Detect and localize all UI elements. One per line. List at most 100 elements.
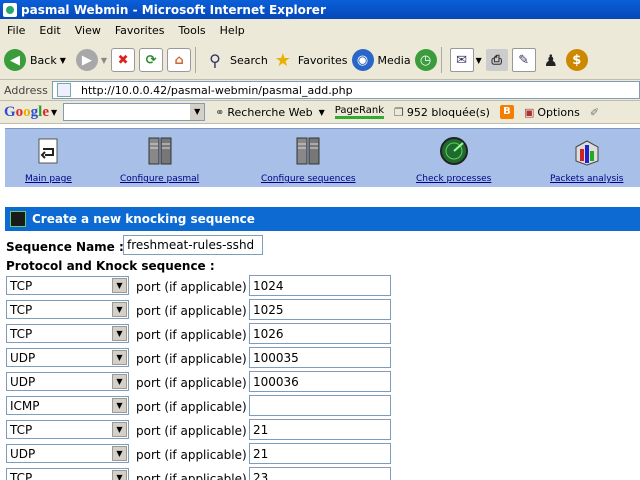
options-button[interactable]: ▣ Options (524, 106, 580, 119)
port-value: 21 (253, 446, 269, 461)
chevron-down-icon[interactable]: ▼ (112, 326, 127, 341)
walker-icon (10, 211, 26, 227)
address-input[interactable]: http://10.0.0.42/pasmal-webmin/pasmal_ad… (52, 81, 640, 99)
chevron-down-icon[interactable]: ▼ (112, 278, 127, 293)
nav-packets-analysis[interactable]: Packets analysis (550, 135, 623, 184)
chevron-down-icon[interactable]: ▼ (112, 446, 127, 461)
back-arrow-icon: ◀ (4, 49, 26, 71)
nav-configure-pasmal[interactable]: Configure pasmal (120, 135, 199, 184)
menu-favorites[interactable]: Favorites (108, 24, 172, 37)
chevron-down-icon[interactable]: ▼ (51, 108, 57, 117)
menu-edit[interactable]: Edit (32, 24, 67, 37)
sequence-name-input[interactable]: freshmeat-rules-sshd (123, 235, 263, 255)
port-value: 100035 (253, 350, 299, 365)
web-search-button[interactable]: ⚭ Recherche Web ▼ (215, 106, 325, 119)
chevron-down-icon[interactable]: ▼ (112, 350, 127, 365)
protocol-select[interactable]: UDP ▼ (6, 372, 129, 391)
port-input[interactable]: 23 (249, 467, 391, 480)
print-button[interactable]: ⎙ (485, 45, 508, 75)
port-input[interactable]: 1024 (249, 275, 391, 296)
protocol-select[interactable]: UDP ▼ (6, 348, 129, 367)
port-label: port (if applicable) : (136, 400, 255, 414)
blogger-button[interactable]: B (499, 105, 514, 119)
stop-button[interactable]: ✖ (111, 45, 136, 75)
pagerank-indicator[interactable]: PageRank (334, 105, 384, 119)
forward-button[interactable]: ▶ ▼ (70, 45, 107, 75)
window-titlebar: pasmal Webmin - Microsoft Internet Explo… (0, 0, 640, 19)
edit-button[interactable]: ✎ (511, 45, 536, 75)
chevron-down-icon[interactable]: ▼ (112, 302, 127, 317)
port-input[interactable] (249, 395, 391, 416)
binoculars-icon: ⚭ (215, 105, 225, 119)
chevron-down-icon[interactable]: ▼ (319, 108, 325, 117)
protocol-value: TCP (10, 302, 33, 317)
port-input[interactable]: 21 (249, 419, 391, 440)
protocol-value: TCP (10, 422, 33, 437)
media-button[interactable]: ◉ Media (351, 45, 411, 75)
knock-row: TCP ▼ port (if applicable) :1024 (6, 275, 426, 297)
knock-row: UDP ▼ port (if applicable) :100036 (6, 371, 426, 393)
port-label: port (if applicable) : (136, 304, 255, 318)
port-value: 1026 (253, 326, 284, 341)
nav-check-processes[interactable]: Check processes (416, 135, 491, 184)
menu-file[interactable]: File (0, 24, 32, 37)
menu-view[interactable]: View (68, 24, 108, 37)
history-button[interactable]: ◷ (414, 45, 437, 75)
protocol-select[interactable]: TCP ▼ (6, 276, 129, 295)
protocol-select[interactable]: TCP ▼ (6, 324, 129, 343)
extra-button[interactable]: $ (565, 45, 588, 75)
port-value: 21 (253, 422, 269, 437)
nav-configure-sequences[interactable]: Configure sequences (261, 135, 356, 184)
home-button[interactable]: ⌂ (167, 45, 192, 75)
menu-tools[interactable]: Tools (172, 24, 213, 37)
knock-row: TCP ▼ port (if applicable) :1026 (6, 323, 426, 345)
messenger-button[interactable]: ♟ (540, 45, 562, 75)
port-input[interactable]: 1026 (249, 323, 391, 344)
port-value: 1024 (253, 278, 284, 293)
protocol-select[interactable]: UDP ▼ (6, 444, 129, 463)
port-input[interactable]: 100035 (249, 347, 391, 368)
protocol-select[interactable]: TCP ▼ (6, 468, 129, 480)
coin-icon: $ (565, 49, 588, 71)
refresh-button[interactable]: ⟳ (139, 45, 164, 75)
protocol-select[interactable]: TCP ▼ (6, 420, 129, 439)
server-icon (296, 137, 320, 165)
chevron-down-icon[interactable]: ▼ (112, 398, 127, 413)
nav-main-page[interactable]: Main page (25, 135, 72, 184)
chevron-down-icon[interactable]: ▼ (112, 374, 127, 389)
page-icon (57, 83, 71, 97)
favorites-button[interactable]: ★ Favorites (272, 45, 348, 75)
protocol-select[interactable]: TCP ▼ (6, 300, 129, 319)
chevron-down-icon[interactable]: ▼ (112, 422, 127, 437)
search-button[interactable]: ⚲ Search (204, 45, 268, 75)
menu-help[interactable]: Help (213, 24, 252, 37)
chevron-down-icon[interactable]: ▼ (190, 104, 205, 120)
protocol-value: UDP (10, 350, 36, 365)
chevron-down-icon[interactable]: ▼ (112, 470, 127, 480)
port-label: port (if applicable) : (136, 472, 255, 480)
port-input[interactable]: 21 (249, 443, 391, 464)
popup-blocker[interactable]: ❐ 952 bloquée(s) (394, 106, 490, 119)
google-logo[interactable]: Google (4, 104, 49, 121)
port-value: 100036 (253, 374, 299, 389)
blogger-icon: B (499, 105, 514, 119)
mail-button[interactable]: ✉ ▼ (449, 45, 482, 75)
window-title: pasmal Webmin - Microsoft Internet Explo… (21, 2, 326, 17)
knock-row: TCP ▼ port (if applicable) :21 (6, 419, 426, 441)
port-input[interactable]: 100036 (249, 371, 391, 392)
address-label: Address (4, 83, 48, 97)
port-input[interactable]: 1025 (249, 299, 391, 320)
google-search-input[interactable]: ▼ (63, 103, 206, 121)
chevron-down-icon[interactable]: ▼ (60, 56, 66, 65)
address-url: http://10.0.0.42/pasmal-webmin/pasmal_ad… (81, 83, 353, 97)
port-label: port (if applicable) : (136, 376, 255, 390)
knock-row: TCP ▼ port (if applicable) :1025 (6, 299, 426, 321)
highlight-button[interactable]: ✐ (590, 106, 599, 119)
protocol-select[interactable]: ICMP ▼ (6, 396, 129, 415)
back-button[interactable]: ◀ Back ▼ (4, 45, 66, 75)
browser-toolbar: ◀ Back ▼ ▶ ▼ ✖ ⟳ ⌂ ⚲ Search ★ Favorites … (0, 41, 640, 80)
chevron-down-icon[interactable]: ▼ (476, 56, 482, 65)
google-toolbar: Google ▼ ▼ ⚭ Recherche Web ▼ PageRank ❐ … (0, 101, 640, 124)
chevron-down-icon[interactable]: ▼ (101, 56, 107, 65)
knock-row: UDP ▼ port (if applicable) :21 (6, 443, 426, 465)
